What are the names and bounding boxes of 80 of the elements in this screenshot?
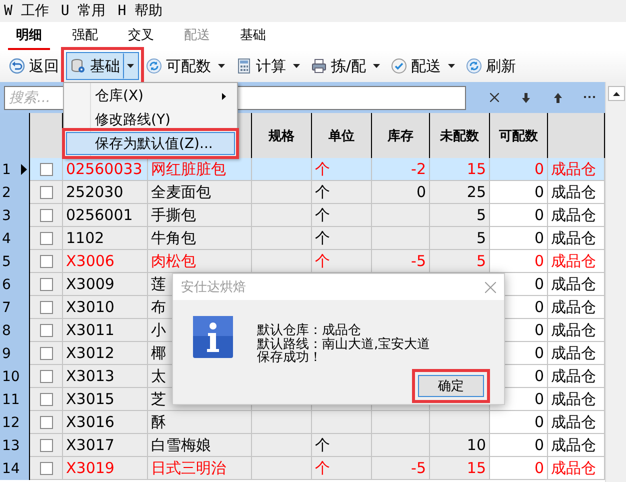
row-number: 7 — [2, 300, 11, 316]
row-number: 11 — [2, 392, 20, 408]
row-number: 2 — [2, 184, 11, 200]
table-cell: 5 — [430, 227, 490, 250]
table-cell: X3016 — [63, 411, 148, 434]
row-number: 3 — [2, 208, 11, 224]
table-cell: 个 — [312, 158, 372, 181]
table-cell: 手撕包 — [148, 204, 252, 227]
table-cell: 0 — [490, 158, 548, 181]
table-cell: -5 — [372, 250, 430, 273]
table-cell: 0 — [490, 250, 548, 273]
table-cell: 个 — [312, 227, 372, 250]
table-cell: 25 — [430, 181, 490, 204]
table-cell: X3012 — [63, 342, 148, 365]
dialog-title: 安仕达烘焙 — [181, 279, 246, 296]
table-cell: 网红脏脏包 — [148, 158, 252, 181]
table-cell: 个 — [312, 457, 372, 480]
table-cell: 成品仓 — [548, 457, 605, 480]
table-cell: 0 — [490, 227, 548, 250]
table-cell: 5 — [430, 204, 490, 227]
row-number: 14 — [2, 460, 20, 476]
table-cell: 0 — [490, 434, 548, 457]
table-cell: X3013 — [63, 365, 148, 388]
row-number: 13 — [2, 438, 20, 454]
table-cell: X3017 — [63, 434, 148, 457]
table-cell: 0 — [490, 411, 548, 434]
table-cell: 0 — [490, 204, 548, 227]
message-line: 默认仓库：成品仓 — [257, 324, 362, 338]
table-cell: 02560033 — [63, 158, 148, 181]
table-cell: 成品仓 — [548, 411, 605, 434]
table-cell: 0256001 — [63, 204, 148, 227]
table-cell: 252030 — [63, 181, 148, 204]
table-cell: 0 — [490, 181, 548, 204]
table-cell: 日式三明治 — [148, 457, 252, 480]
table-cell: 5 — [430, 250, 490, 273]
table-cell: -5 — [372, 457, 430, 480]
table-cell: 全麦面包 — [148, 181, 252, 204]
table-cell: 牛角包 — [148, 227, 252, 250]
table-cell: 成品仓 — [548, 204, 605, 227]
table-cell: 15 — [430, 158, 490, 181]
table-cell: 成品仓 — [548, 158, 605, 181]
row-number: 12 — [2, 414, 20, 430]
table-cell: 成品仓 — [548, 342, 605, 365]
row-number: 4 — [2, 230, 11, 246]
table-cell: 成品仓 — [548, 434, 605, 457]
row-number: 1 — [2, 162, 11, 178]
table-cell: X3015 — [63, 388, 148, 411]
row-number: 9 — [2, 346, 11, 362]
table-cell: 肉松包 — [148, 250, 252, 273]
table-cell: 1102 — [63, 227, 148, 250]
row-number: 6 — [2, 276, 11, 292]
table-cell: 个 — [312, 181, 372, 204]
table-cell: X3009 — [63, 273, 148, 296]
table-cell: X3011 — [63, 319, 148, 342]
row-number: 5 — [2, 254, 11, 270]
row-number: 8 — [2, 322, 11, 338]
table-cell: X3019 — [63, 457, 148, 480]
table-cell: 成品仓 — [548, 388, 605, 411]
table-cell: 10 — [430, 434, 490, 457]
table-cell: 成品仓 — [548, 227, 605, 250]
table-cell: -2 — [372, 158, 430, 181]
table-cell: 0 — [490, 457, 548, 480]
table-cell: 成品仓 — [548, 365, 605, 388]
row-number: 10 — [2, 368, 20, 384]
table-cell: 酥 — [148, 411, 252, 434]
table-cell: 成品仓 — [548, 181, 605, 204]
table-cell: 成品仓 — [548, 319, 605, 342]
table-cell: 个 — [312, 204, 372, 227]
message-line: 默认路线：南山大道,宝安大道 — [257, 338, 430, 352]
table-cell: X3006 — [63, 250, 148, 273]
table-cell: 0 — [372, 181, 430, 204]
table-cell: 成品仓 — [548, 273, 605, 296]
table-cell: X3010 — [63, 296, 148, 319]
table-cell: 成品仓 — [548, 250, 605, 273]
message-line: 保存成功！ — [257, 351, 323, 365]
table-cell: 15 — [430, 457, 490, 480]
table-cell: 成品仓 — [548, 296, 605, 319]
table-cell: 白雪梅娘 — [148, 434, 252, 457]
table-cell: 个 — [312, 250, 372, 273]
table-cell: 个 — [312, 434, 372, 457]
